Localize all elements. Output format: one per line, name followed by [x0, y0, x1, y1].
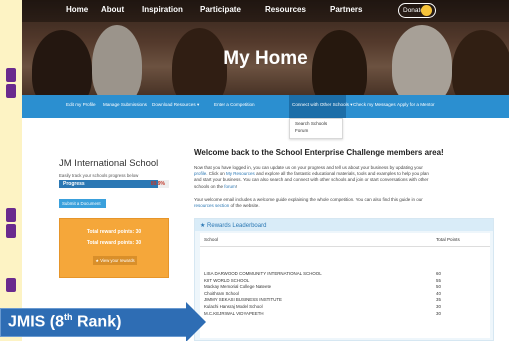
rank-text-end: Rank) — [72, 313, 122, 331]
text: Your welcome email includes a welcome gu… — [194, 197, 423, 202]
subnav-check-messages[interactable]: Check my Messages — [353, 102, 396, 107]
purple-mark — [6, 68, 16, 82]
school-cell: JIMMY SEKASI BUSINESS INSTITUTE — [204, 297, 282, 303]
connect-dropdown-menu: Search Schools Forum — [289, 118, 343, 139]
text: of the website. — [230, 203, 260, 209]
text: ! — [235, 183, 238, 189]
school-cell: KIIT WORLD SCHOOL — [204, 277, 250, 283]
school-cell: M.C.KEJRIWAL VIDYAPEETH — [204, 310, 264, 316]
points-cell: 35 — [436, 297, 441, 303]
table-row: Kulachi Hansraj Model School 30 — [200, 304, 490, 310]
points-cell: 55 — [436, 277, 441, 283]
rank-callout: JMIS (8th Rank) — [0, 302, 206, 341]
progress-label: Progress — [63, 181, 85, 187]
tracker-note: Easily track your schools progress below — [59, 173, 139, 178]
dropdown-forum[interactable]: Forum — [290, 126, 342, 133]
welcome-paragraph-1: Now that you have logged in, you can upd… — [194, 165, 494, 190]
view-rewards-button[interactable]: ★ View your rewards — [93, 256, 137, 265]
nav-home[interactable]: Home — [66, 5, 88, 14]
hero-banner: Home About Inspiration Participate Resou… — [22, 0, 509, 95]
donate-button[interactable]: Donate — [398, 3, 436, 18]
purple-mark — [6, 224, 16, 238]
school-cell: Kulachi Hansraj Model School — [204, 304, 263, 309]
reward-points-line: Total reward points: 30 — [86, 240, 142, 246]
progress-bar: Progress 89.9% — [59, 180, 169, 188]
school-name: JM International School — [59, 158, 159, 169]
nav-partners[interactable]: Partners — [330, 5, 362, 14]
points-cell: 30 — [436, 304, 441, 309]
progress-percent: 89.9% — [150, 181, 165, 187]
forum-link[interactable]: forum — [224, 184, 236, 189]
points-cell: 30 — [436, 310, 441, 316]
rewards-leaderboard: ★ Rewards Leaderboard School Total Point… — [194, 218, 494, 341]
subnav-right: Check my Messages Apply for a Mentor — [346, 95, 509, 118]
points-cell: 50 — [436, 284, 441, 290]
points-cell: 40 — [436, 290, 441, 296]
welcome-heading: Welcome back to the School Enterprise Ch… — [194, 148, 444, 157]
rank-callout-text: JMIS (8th Rank) — [8, 312, 121, 331]
text: and start your business. You can also se… — [194, 177, 429, 183]
dropdown-search-schools[interactable]: Search Schools — [290, 119, 342, 126]
left-decoration-strip — [0, 0, 22, 341]
page-title: My Home — [223, 48, 308, 69]
table-row: LISA DARWOOD COMMUNITY INTERNATIONAL SCH… — [200, 271, 490, 277]
purple-mark — [6, 84, 16, 98]
purple-mark — [6, 278, 16, 292]
text: Now that you have logged in, you can upd… — [194, 165, 423, 170]
profile-link[interactable]: profile — [194, 171, 206, 176]
subnav-manage-submissions[interactable]: Manage Submissions — [103, 102, 147, 107]
subnav-connect-schools[interactable]: Connect with Other Schools ▾ — [292, 102, 353, 108]
reward-points-line: Total reward points: 30 — [86, 229, 142, 235]
piggy-bank-icon — [421, 5, 432, 16]
column-header-points: Total Points — [436, 237, 460, 242]
subnav-active-tab[interactable]: Connect with Other Schools ▾ — [289, 95, 353, 118]
table-row: Choithram School 40 — [200, 291, 490, 297]
reward-points-box: Total reward points: 30 Total reward poi… — [59, 218, 169, 278]
school-cell: Mackay Memorial College Nateete — [204, 284, 272, 290]
rank-superscript: th — [64, 312, 73, 322]
leaderboard-header: ★ Rewards Leaderboard — [195, 219, 493, 231]
school-cell: Choithram School — [204, 290, 239, 296]
submit-document-button[interactable]: Submit a Document — [59, 199, 106, 208]
school-cell: LISA DARWOOD COMMUNITY INTERNATIONAL SCH… — [204, 271, 322, 276]
subnav-enter-competition[interactable]: Enter a Competition — [214, 102, 255, 107]
view-rewards-label: ★ View your rewards — [95, 258, 135, 263]
leaderboard-table: School Total Points LISA DARWOOD COMMUNI… — [200, 233, 490, 338]
text: and explore all the fantastic educationa… — [256, 171, 429, 177]
resources-section-link[interactable]: resources section — [194, 203, 229, 208]
text: schools on the — [194, 183, 224, 189]
rank-text: JMIS (8 — [8, 313, 65, 331]
right-arrow-icon — [186, 302, 206, 341]
subnav-download-resources[interactable]: Download Resources ▾ — [152, 102, 199, 108]
purple-mark — [6, 208, 16, 222]
welcome-paragraph-2: Your welcome email includes a welcome gu… — [194, 197, 494, 209]
nav-inspiration[interactable]: Inspiration — [142, 5, 183, 14]
nav-about[interactable]: About — [101, 5, 124, 14]
top-navigation: Home About Inspiration Participate Resou… — [22, 0, 509, 22]
my-resources-link[interactable]: My Resources — [226, 171, 255, 176]
leaderboard-title: ★ Rewards Leaderboard — [200, 223, 267, 229]
points-cell: 60 — [436, 271, 441, 276]
subnav-apply-mentor[interactable]: Apply for a Mentor — [397, 102, 435, 107]
column-header-school: School — [204, 237, 219, 242]
nav-participate[interactable]: Participate — [200, 5, 241, 14]
table-row: Mackay Memorial College Nateete 50 — [200, 284, 490, 290]
text: . Click on — [206, 171, 225, 177]
subnav-edit-profile[interactable]: Edit my Profile — [66, 102, 96, 107]
table-row: KIIT WORLD SCHOOL 55 — [200, 278, 490, 284]
website: Home About Inspiration Participate Resou… — [22, 0, 509, 341]
header-divider — [200, 246, 490, 247]
table-row: JIMMY SEKASI BUSINESS INSTITUTE 35 — [200, 297, 490, 303]
submit-document-label: Submit a Document — [62, 201, 101, 206]
table-row: M.C.KEJRIWAL VIDYAPEETH 30 — [200, 311, 490, 317]
nav-resources[interactable]: Resources — [265, 5, 306, 14]
